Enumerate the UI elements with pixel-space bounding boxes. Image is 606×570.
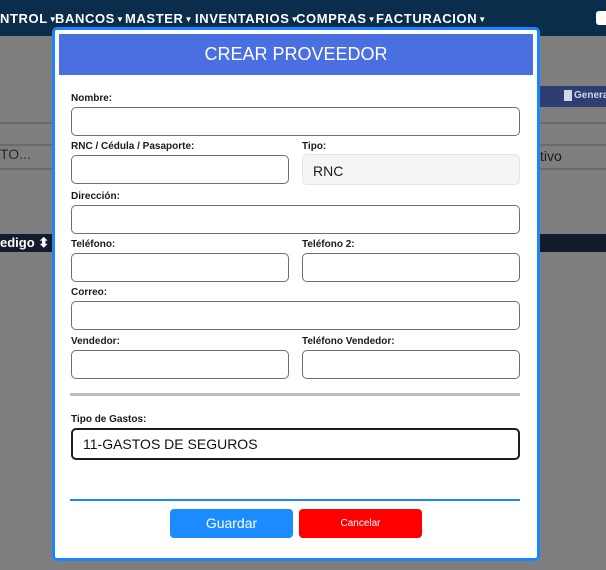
correo-input[interactable] <box>71 301 520 330</box>
telefono-vendedor-input[interactable] <box>302 350 520 379</box>
rnc-label: RNC / Cédula / Pasaporte: <box>71 141 195 152</box>
nav-user-box[interactable] <box>596 11 606 25</box>
telefono2-label: Teléfono 2: <box>302 239 355 250</box>
document-icon <box>564 90 572 101</box>
tipo-gastos-label: Tipo de Gastos: <box>71 414 147 425</box>
background-generate-button[interactable]: Genera <box>540 86 606 107</box>
background-status-filter[interactable]: tivo <box>540 148 562 164</box>
nav-menu-control[interactable]: NTROL▼ <box>0 11 57 26</box>
nombre-label: Nombre: <box>71 93 113 104</box>
telefono-input[interactable] <box>71 253 289 282</box>
nav-menu-bancos[interactable]: BANCOS▼ <box>55 11 124 26</box>
cancel-button[interactable]: Cancelar <box>299 509 422 538</box>
tipo-field: RNC <box>302 154 520 185</box>
nav-menu-master[interactable]: MASTER▼ <box>125 11 193 26</box>
nav-menu-inventarios[interactable]: INVENTARIOS▼ <box>195 11 299 26</box>
caret-down-icon: ▼ <box>367 15 377 24</box>
caret-down-icon: ▼ <box>184 15 194 24</box>
caret-down-icon: ▼ <box>478 15 487 24</box>
telefono2-input[interactable] <box>302 253 520 282</box>
background-search-input[interactable]: TO... <box>0 146 31 162</box>
footer-divider <box>70 499 520 501</box>
create-supplier-modal: CREAR PROVEEDOR Nombre: RNC / Cédula / P… <box>52 27 540 561</box>
tipo-gastos-select[interactable]: 11-GASTOS DE SEGUROS <box>71 428 520 460</box>
direccion-input[interactable] <box>71 205 520 234</box>
caret-down-icon: ▼ <box>115 15 125 24</box>
tipo-label: Tipo: <box>302 141 327 152</box>
nav-menu-compras[interactable]: COMPRAS▼ <box>296 11 376 26</box>
vendedor-input[interactable] <box>71 350 289 379</box>
rnc-input[interactable] <box>71 155 289 184</box>
direccion-label: Dirección: <box>71 191 120 202</box>
correo-label: Correo: <box>71 287 108 298</box>
save-button[interactable]: Guardar <box>170 509 293 538</box>
telefono-label: Teléfono: <box>71 239 116 250</box>
nav-menu-facturacion[interactable]: FACTURACION▼ <box>376 11 487 26</box>
background-column-codigo[interactable]: edigo ⬍ <box>0 235 49 251</box>
nombre-input[interactable] <box>71 107 520 136</box>
vendedor-label: Vendedor: <box>71 336 120 347</box>
telefono-vendedor-label: Teléfono Vendedor: <box>302 336 395 347</box>
sort-icon: ⬍ <box>38 235 50 250</box>
modal-title: CREAR PROVEEDOR <box>59 34 533 75</box>
section-divider <box>70 393 520 396</box>
